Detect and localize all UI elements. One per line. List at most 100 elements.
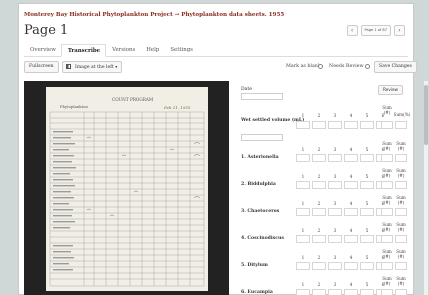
scanned-sheet-image: COUNT PROGRAM Phytoplankton Feb 11, 1955 xyxy=(46,87,208,291)
page-number-select[interactable]: Page 1 of 87 xyxy=(360,25,391,36)
species-count-cell-1[interactable] xyxy=(296,208,310,216)
species-count-cell-2[interactable] xyxy=(312,262,326,270)
species-sum-count[interactable] xyxy=(381,208,393,216)
mark-blank-label: Mark as blank xyxy=(286,64,321,69)
species-count-cell-5[interactable] xyxy=(360,154,374,162)
species-count-cell-2[interactable] xyxy=(312,289,326,295)
fullscreen-button[interactable]: Fullscreen xyxy=(24,61,59,73)
column-header-4: 4 xyxy=(349,174,353,179)
wet-settled-cell-5[interactable] xyxy=(360,121,374,129)
species-label: 6. Eucampia xyxy=(241,290,273,295)
save-changes-button[interactable]: Save Changes xyxy=(374,61,417,73)
species-count-cell-3[interactable] xyxy=(328,262,342,270)
species-count-cell-5[interactable] xyxy=(360,262,374,270)
species-count-cell-3[interactable] xyxy=(328,289,342,295)
breadcrumb[interactable]: Monterey Bay Historical Phytoplankton Pr… xyxy=(24,12,284,18)
wet-settled-field[interactable] xyxy=(241,134,283,141)
species-count-cell-2[interactable] xyxy=(312,235,326,243)
species-sum-percent[interactable] xyxy=(395,289,407,295)
chevron-left-icon[interactable]: ‹ xyxy=(346,25,358,36)
species-sum-percent[interactable] xyxy=(395,262,407,270)
column-header-2: 2 xyxy=(317,282,321,287)
column-header-3: 3 xyxy=(333,228,337,233)
species-sum-count[interactable] xyxy=(381,235,393,243)
chevron-right-icon[interactable]: › xyxy=(394,25,405,36)
species-count-cell-1[interactable] xyxy=(296,262,310,270)
species-count-cell-5[interactable] xyxy=(360,235,374,243)
species-count-cell-4[interactable] xyxy=(344,154,358,162)
column-header-5: 5 xyxy=(365,255,369,260)
species-sum-count[interactable] xyxy=(381,262,393,270)
species-count-cell-3[interactable] xyxy=(328,235,342,243)
species-count-cell-5[interactable] xyxy=(360,208,374,216)
pager: ‹ Page 1 of 87 › xyxy=(346,25,405,36)
species-sum-count[interactable] xyxy=(381,181,393,189)
form-scrollbar[interactable] xyxy=(424,81,428,295)
page-title: Page 1 xyxy=(24,23,69,38)
species-count-cell-2[interactable] xyxy=(312,154,326,162)
layout-dropdown[interactable]: Image at the left ▾ xyxy=(62,61,123,73)
wet-settled-cell-1[interactable] xyxy=(296,121,310,129)
tab-help[interactable]: Help xyxy=(140,44,164,56)
sum-count-header: Sum (#) xyxy=(396,276,406,286)
mark-blank-checkbox[interactable] xyxy=(318,64,323,69)
tab-overview[interactable]: Overview xyxy=(24,44,61,56)
sum-count-header: Sum (#) xyxy=(396,141,406,151)
tab-settings[interactable]: Settings xyxy=(164,44,198,56)
species-count-cell-2[interactable] xyxy=(312,208,326,216)
review-button[interactable]: Review xyxy=(378,85,403,95)
species-label: 4. Coscinodiscus xyxy=(241,236,284,241)
wet-settled-cell-4[interactable] xyxy=(344,121,358,129)
wet-settled-label: Wet settled volume (mL) xyxy=(241,118,305,123)
column-header-1: 1 xyxy=(301,174,305,179)
wet-settled-cell-3[interactable] xyxy=(328,121,342,129)
column-header-1: 1 xyxy=(301,228,305,233)
species-sum-count[interactable] xyxy=(381,154,393,162)
layout-icon xyxy=(66,64,71,69)
species-count-cell-4[interactable] xyxy=(344,181,358,189)
species-sum-percent[interactable] xyxy=(395,154,407,162)
species-count-cell-1[interactable] xyxy=(296,181,310,189)
needs-review-checkbox[interactable] xyxy=(365,64,370,69)
species-count-cell-1[interactable] xyxy=(296,289,310,295)
species-sum-count[interactable] xyxy=(381,289,393,295)
form-scrollbar-thumb[interactable] xyxy=(424,85,428,145)
species-count-cell-4[interactable] xyxy=(344,235,358,243)
column-header-2: 2 xyxy=(317,201,321,206)
transcription-window: Monterey Bay Historical Phytoplankton Pr… xyxy=(18,3,428,295)
species-count-cell-3[interactable] xyxy=(328,154,342,162)
wet-settled-sum-percent[interactable] xyxy=(395,121,407,129)
wet-settled-cell-2[interactable] xyxy=(312,121,326,129)
species-sum-percent[interactable] xyxy=(395,181,407,189)
column-header-2: 2 xyxy=(317,147,321,152)
wet-settled-sum-count[interactable] xyxy=(381,121,393,129)
sheet-subheader-text: Phytoplankton xyxy=(60,104,88,109)
column-header-3: 3 xyxy=(333,201,337,206)
species-sum-percent[interactable] xyxy=(395,235,407,243)
document-image-viewer[interactable]: COUNT PROGRAM Phytoplankton Feb 11, 1955 xyxy=(24,81,229,295)
species-count-cell-1[interactable] xyxy=(296,235,310,243)
species-label: 3. Chaetoceros xyxy=(241,209,280,214)
column-header-1: 1 xyxy=(301,113,305,118)
species-count-cell-4[interactable] xyxy=(344,208,358,216)
transcription-form: Review Date Wet settled volume (mL) 1 2 … xyxy=(238,81,410,295)
species-count-cell-5[interactable] xyxy=(360,181,374,189)
species-sum-percent[interactable] xyxy=(395,208,407,216)
species-count-cell-4[interactable] xyxy=(344,262,358,270)
column-header-4: 4 xyxy=(349,113,353,118)
species-count-cell-3[interactable] xyxy=(328,208,342,216)
date-field[interactable] xyxy=(241,93,283,100)
species-count-cell-5[interactable] xyxy=(360,289,374,295)
column-header-4: 4 xyxy=(349,255,353,260)
tab-transcribe[interactable]: Transcribe xyxy=(60,44,107,57)
column-header-4: 4 xyxy=(349,147,353,152)
species-count-cell-1[interactable] xyxy=(296,154,310,162)
sheet-header-text: COUNT PROGRAM xyxy=(112,97,154,102)
species-label: 2. Biddulphia xyxy=(241,182,276,187)
species-count-cell-4[interactable] xyxy=(344,289,358,295)
column-header-5: 5 xyxy=(365,174,369,179)
sum-count-header: Sum (#) xyxy=(396,222,406,232)
species-count-cell-2[interactable] xyxy=(312,181,326,189)
species-count-cell-3[interactable] xyxy=(328,181,342,189)
tab-versions[interactable]: Versions xyxy=(106,44,140,56)
